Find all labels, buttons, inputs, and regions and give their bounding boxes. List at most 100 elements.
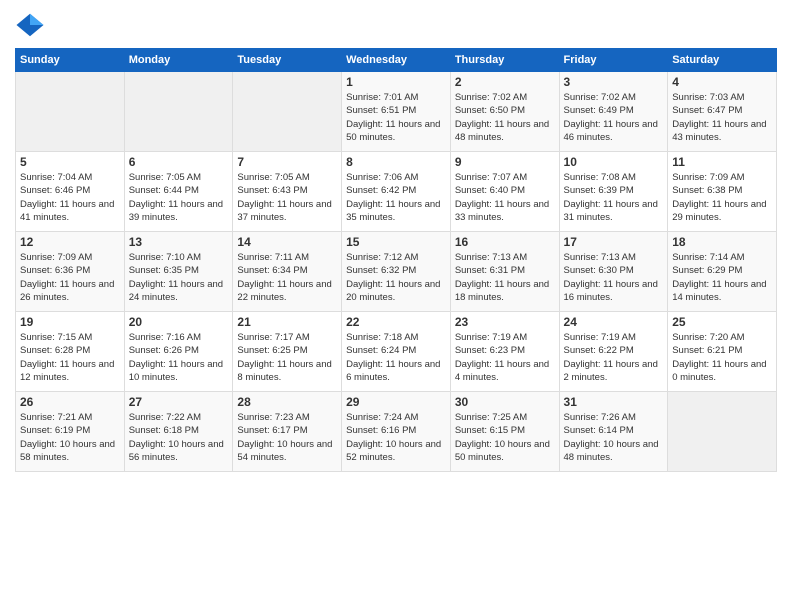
day-cell-22: 22 Sunrise: 7:18 AM Sunset: 6:24 PM Dayli… xyxy=(342,312,451,392)
day-number: 17 xyxy=(564,235,664,249)
day-info: Sunrise: 7:16 AM Sunset: 6:26 PM Dayligh… xyxy=(129,331,229,384)
day-info: Sunrise: 7:09 AM Sunset: 6:36 PM Dayligh… xyxy=(20,251,120,304)
weekday-header-sunday: Sunday xyxy=(16,49,125,72)
day-number: 20 xyxy=(129,315,229,329)
day-number: 9 xyxy=(455,155,555,169)
page: SundayMondayTuesdayWednesdayThursdayFrid… xyxy=(0,0,792,612)
day-cell-1: 1 Sunrise: 7:01 AM Sunset: 6:51 PM Daylig… xyxy=(342,72,451,152)
day-cell-18: 18Sunrise: 7:14 AM Sunset: 6:29 PM Dayli… xyxy=(668,232,777,312)
day-number: 25 xyxy=(672,315,772,329)
week-row-1: 5Sunrise: 7:04 AM Sunset: 6:46 PM Daylig… xyxy=(16,152,777,232)
day-cell-11: 11 Sunrise: 7:09 AM Sunset: 6:38 PM Dayli… xyxy=(668,152,777,232)
logo xyxy=(15,10,49,40)
day-number: 22 xyxy=(346,315,446,329)
day-cell-25: 25 Sunrise: 7:20 AM Sunset: 6:21 PM Dayli… xyxy=(668,312,777,392)
day-number: 23 xyxy=(455,315,555,329)
weekday-header-thursday: Thursday xyxy=(450,49,559,72)
day-cell-8: 8 Sunrise: 7:06 AM Sunset: 6:42 PM Daylig… xyxy=(342,152,451,232)
day-cell-empty xyxy=(668,392,777,472)
day-number: 30 xyxy=(455,395,555,409)
day-number: 15 xyxy=(346,235,446,249)
day-cell-empty xyxy=(124,72,233,152)
weekday-header-monday: Monday xyxy=(124,49,233,72)
day-number: 26 xyxy=(20,395,120,409)
day-number: 4 xyxy=(672,75,772,89)
day-number: 16 xyxy=(455,235,555,249)
day-number: 12 xyxy=(20,235,120,249)
day-info: Sunrise: 7:23 AM Sunset: 6:17 PM Dayligh… xyxy=(237,411,337,464)
day-number: 31 xyxy=(564,395,664,409)
day-cell-empty xyxy=(16,72,125,152)
day-number: 6 xyxy=(129,155,229,169)
calendar: SundayMondayTuesdayWednesdayThursdayFrid… xyxy=(15,48,777,472)
day-info: Sunrise: 7:08 AM Sunset: 6:39 PM Dayligh… xyxy=(564,171,664,224)
weekday-header-wednesday: Wednesday xyxy=(342,49,451,72)
day-info: Sunrise: 7:02 AM Sunset: 6:50 PM Dayligh… xyxy=(455,91,555,144)
day-info: Sunrise: 7:09 AM Sunset: 6:38 PM Dayligh… xyxy=(672,171,772,224)
weekday-header-friday: Friday xyxy=(559,49,668,72)
day-info: Sunrise: 7:06 AM Sunset: 6:42 PM Dayligh… xyxy=(346,171,446,224)
day-cell-29: 29 Sunrise: 7:24 AM Sunset: 6:16 PM Dayli… xyxy=(342,392,451,472)
day-number: 7 xyxy=(237,155,337,169)
weekday-header-row: SundayMondayTuesdayWednesdayThursdayFrid… xyxy=(16,49,777,72)
day-info: Sunrise: 7:19 AM Sunset: 6:22 PM Dayligh… xyxy=(564,331,664,384)
day-info: Sunrise: 7:07 AM Sunset: 6:40 PM Dayligh… xyxy=(455,171,555,224)
day-info: Sunrise: 7:17 AM Sunset: 6:25 PM Dayligh… xyxy=(237,331,337,384)
day-cell-9: 9 Sunrise: 7:07 AM Sunset: 6:40 PM Daylig… xyxy=(450,152,559,232)
week-row-4: 26 Sunrise: 7:21 AM Sunset: 6:19 PM Dayli… xyxy=(16,392,777,472)
day-cell-21: 21 Sunrise: 7:17 AM Sunset: 6:25 PM Dayli… xyxy=(233,312,342,392)
day-cell-12: 12 Sunrise: 7:09 AM Sunset: 6:36 PM Dayli… xyxy=(16,232,125,312)
day-info: Sunrise: 7:11 AM Sunset: 6:34 PM Dayligh… xyxy=(237,251,337,304)
day-number: 2 xyxy=(455,75,555,89)
day-cell-15: 15Sunrise: 7:12 AM Sunset: 6:32 PM Dayli… xyxy=(342,232,451,312)
day-info: Sunrise: 7:05 AM Sunset: 6:43 PM Dayligh… xyxy=(237,171,337,224)
day-info: Sunrise: 7:01 AM Sunset: 6:51 PM Dayligh… xyxy=(346,91,446,144)
day-cell-20: 20 Sunrise: 7:16 AM Sunset: 6:26 PM Dayli… xyxy=(124,312,233,392)
day-number: 18 xyxy=(672,235,772,249)
day-number: 10 xyxy=(564,155,664,169)
day-number: 21 xyxy=(237,315,337,329)
day-cell-7: 7 Sunrise: 7:05 AM Sunset: 6:43 PM Daylig… xyxy=(233,152,342,232)
day-number: 29 xyxy=(346,395,446,409)
day-info: Sunrise: 7:26 AM Sunset: 6:14 PM Dayligh… xyxy=(564,411,664,464)
day-info: Sunrise: 7:05 AM Sunset: 6:44 PM Dayligh… xyxy=(129,171,229,224)
day-info: Sunrise: 7:19 AM Sunset: 6:23 PM Dayligh… xyxy=(455,331,555,384)
day-cell-13: 13 Sunrise: 7:10 AM Sunset: 6:35 PM Dayli… xyxy=(124,232,233,312)
day-number: 28 xyxy=(237,395,337,409)
day-number: 11 xyxy=(672,155,772,169)
day-cell-19: 19Sunrise: 7:15 AM Sunset: 6:28 PM Dayli… xyxy=(16,312,125,392)
day-cell-30: 30 Sunrise: 7:25 AM Sunset: 6:15 PM Dayli… xyxy=(450,392,559,472)
day-cell-16: 16 Sunrise: 7:13 AM Sunset: 6:31 PM Dayli… xyxy=(450,232,559,312)
day-cell-3: 3Sunrise: 7:02 AM Sunset: 6:49 PM Daylig… xyxy=(559,72,668,152)
day-info: Sunrise: 7:22 AM Sunset: 6:18 PM Dayligh… xyxy=(129,411,229,464)
day-number: 14 xyxy=(237,235,337,249)
day-number: 13 xyxy=(129,235,229,249)
day-info: Sunrise: 7:18 AM Sunset: 6:24 PM Dayligh… xyxy=(346,331,446,384)
day-number: 1 xyxy=(346,75,446,89)
day-info: Sunrise: 7:24 AM Sunset: 6:16 PM Dayligh… xyxy=(346,411,446,464)
day-number: 5 xyxy=(20,155,120,169)
weekday-header-saturday: Saturday xyxy=(668,49,777,72)
day-cell-24: 24Sunrise: 7:19 AM Sunset: 6:22 PM Dayli… xyxy=(559,312,668,392)
week-row-0: 1 Sunrise: 7:01 AM Sunset: 6:51 PM Daylig… xyxy=(16,72,777,152)
day-cell-4: 4 Sunrise: 7:03 AM Sunset: 6:47 PM Daylig… xyxy=(668,72,777,152)
day-number: 3 xyxy=(564,75,664,89)
day-cell-28: 28 Sunrise: 7:23 AM Sunset: 6:17 PM Dayli… xyxy=(233,392,342,472)
day-info: Sunrise: 7:25 AM Sunset: 6:15 PM Dayligh… xyxy=(455,411,555,464)
day-info: Sunrise: 7:13 AM Sunset: 6:30 PM Dayligh… xyxy=(564,251,664,304)
week-row-2: 12 Sunrise: 7:09 AM Sunset: 6:36 PM Dayli… xyxy=(16,232,777,312)
day-info: Sunrise: 7:21 AM Sunset: 6:19 PM Dayligh… xyxy=(20,411,120,464)
day-cell-5: 5Sunrise: 7:04 AM Sunset: 6:46 PM Daylig… xyxy=(16,152,125,232)
day-cell-6: 6 Sunrise: 7:05 AM Sunset: 6:44 PM Daylig… xyxy=(124,152,233,232)
day-cell-empty xyxy=(233,72,342,152)
day-info: Sunrise: 7:10 AM Sunset: 6:35 PM Dayligh… xyxy=(129,251,229,304)
day-info: Sunrise: 7:20 AM Sunset: 6:21 PM Dayligh… xyxy=(672,331,772,384)
day-info: Sunrise: 7:13 AM Sunset: 6:31 PM Dayligh… xyxy=(455,251,555,304)
day-info: Sunrise: 7:03 AM Sunset: 6:47 PM Dayligh… xyxy=(672,91,772,144)
weekday-header-tuesday: Tuesday xyxy=(233,49,342,72)
week-row-3: 19Sunrise: 7:15 AM Sunset: 6:28 PM Dayli… xyxy=(16,312,777,392)
day-cell-2: 2 Sunrise: 7:02 AM Sunset: 6:50 PM Daylig… xyxy=(450,72,559,152)
day-cell-17: 17 Sunrise: 7:13 AM Sunset: 6:30 PM Dayli… xyxy=(559,232,668,312)
day-cell-26: 26 Sunrise: 7:21 AM Sunset: 6:19 PM Dayli… xyxy=(16,392,125,472)
day-number: 8 xyxy=(346,155,446,169)
